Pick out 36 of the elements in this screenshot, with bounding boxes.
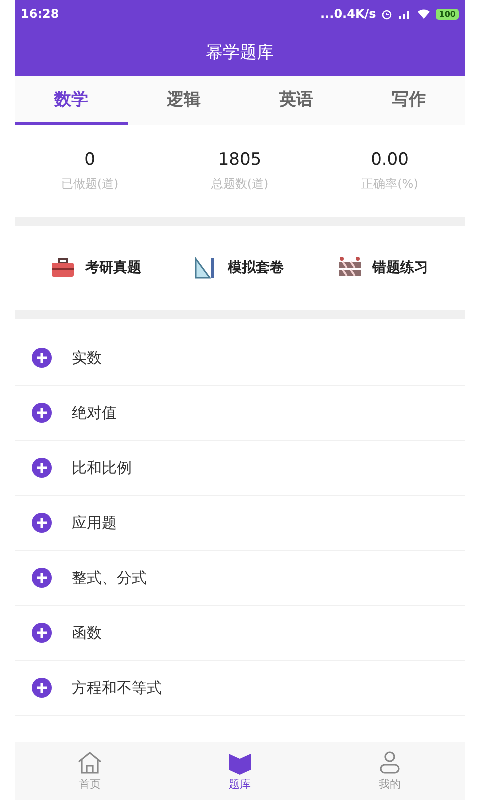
home-icon xyxy=(77,750,103,774)
topic-label[interactable]: 整式、分式 xyxy=(72,568,147,588)
stat-value: 0.00 xyxy=(371,150,409,170)
topic-label[interactable]: 绝对值 xyxy=(72,404,117,422)
app-title: 幂学题库 xyxy=(206,42,274,64)
shortcut-label[interactable]: 模拟套卷 xyxy=(228,259,284,277)
subject-tab[interactable]: 逻辑 xyxy=(128,76,240,125)
stat-label: 正确率(%) xyxy=(362,176,418,192)
topic-label[interactable]: 函数 xyxy=(72,624,102,642)
plus-icon[interactable] xyxy=(32,568,52,588)
shortcut-label[interactable]: 考研真题 xyxy=(85,259,142,277)
alarm-icon xyxy=(381,8,394,20)
stat-label: 总题数(道) xyxy=(211,176,269,192)
subject-tab[interactable]: 写作 xyxy=(352,76,465,125)
topic-label[interactable]: 实数 xyxy=(72,348,102,368)
plus-icon[interactable] xyxy=(32,458,52,478)
plus-icon[interactable] xyxy=(32,348,52,368)
topic-label[interactable]: 方程和不等式 xyxy=(72,678,162,698)
subject-tab[interactable]: 数学 xyxy=(15,76,128,125)
topic-label[interactable]: 比和比例 xyxy=(72,458,132,478)
stat-value: 1805 xyxy=(218,150,262,170)
toolbox-icon xyxy=(51,258,76,278)
status-time: 16:28 xyxy=(21,7,60,21)
plus-icon[interactable] xyxy=(32,678,52,698)
plus-icon[interactable] xyxy=(32,623,52,643)
shortcut-label[interactable]: 错题练习 xyxy=(372,259,429,277)
battery-icon: 100 xyxy=(436,8,459,20)
plus-icon[interactable] xyxy=(32,513,52,533)
nav-tab[interactable]: 题库 xyxy=(165,742,315,800)
subject-tab[interactable]: 英语 xyxy=(240,76,352,125)
network-speed: ...0.4K/s xyxy=(320,7,376,21)
stat-label: 已做题(道) xyxy=(61,176,119,192)
plus-icon[interactable] xyxy=(32,403,52,423)
topic-label[interactable]: 应用题 xyxy=(72,514,117,532)
stat-value: 0 xyxy=(84,150,96,170)
wifi-icon xyxy=(417,8,432,20)
